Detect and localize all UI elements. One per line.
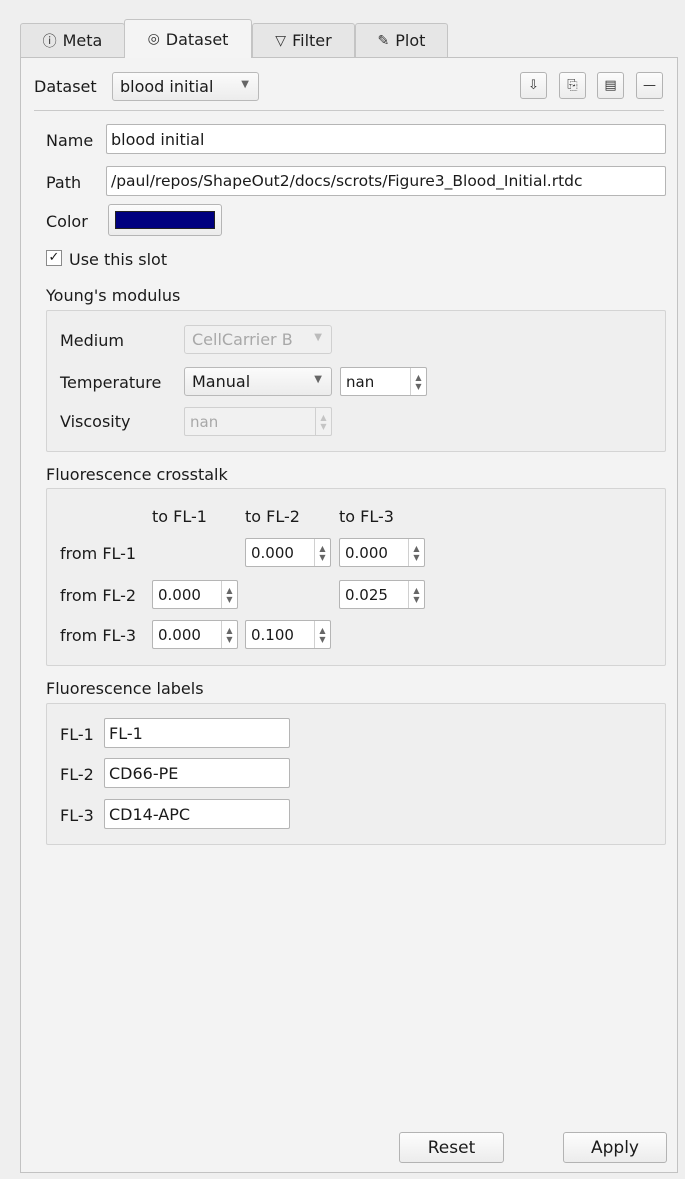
divider xyxy=(34,110,664,111)
arrow-up-icon: ▲ xyxy=(413,585,420,595)
color-button[interactable] xyxy=(108,204,222,236)
spin-arrows[interactable]: ▲ ▼ xyxy=(315,408,331,435)
arrow-down-icon: ▼ xyxy=(320,421,327,431)
spin-arrows[interactable]: ▲ ▼ xyxy=(410,368,426,395)
crosstalk-title: Fluorescence crosstalk xyxy=(46,465,228,484)
spin-arrows[interactable]: ▲ ▼ xyxy=(221,621,237,648)
spinbox-value: 0.000 xyxy=(345,543,388,562)
crosstalk-col-header: to FL-1 xyxy=(152,507,207,526)
arrow-up-icon: ▲ xyxy=(413,543,420,553)
duplicate-icon: ⎘ xyxy=(567,78,578,93)
temperature-mode-select[interactable]: Manual ▼ xyxy=(184,367,332,396)
spinbox-value: 0.100 xyxy=(251,625,294,644)
arrow-up-icon: ▲ xyxy=(319,543,326,553)
use-slot-label: Use this slot xyxy=(69,250,168,269)
crosstalk-fl3-fl1-spinbox[interactable]: 0.000 ▲ ▼ xyxy=(152,620,238,649)
crosstalk-fl1-fl2-spinbox[interactable]: 0.000 ▲ ▼ xyxy=(245,538,331,567)
arrow-up-icon: ▲ xyxy=(415,372,422,382)
dataset-select-value: blood initial xyxy=(120,77,214,96)
temperature-value: nan xyxy=(346,372,375,391)
color-label: Color xyxy=(46,212,88,231)
name-label: Name xyxy=(46,131,94,150)
viscosity-label: Viscosity xyxy=(60,412,131,431)
viscosity-value: nan xyxy=(190,412,219,431)
path-label: Path xyxy=(46,173,82,192)
remove-button[interactable]: — xyxy=(636,72,663,99)
duplicate-button[interactable]: ⎘ xyxy=(559,72,586,99)
apply-button-label: Apply xyxy=(591,1137,639,1158)
sort-button[interactable]: ⇩ xyxy=(520,72,547,99)
arrow-down-icon: ▼ xyxy=(226,634,233,644)
clipboard-button[interactable]: ▤ xyxy=(597,72,624,99)
path-field-value: /paul/repos/ShapeOut2/docs/scrots/Figure… xyxy=(111,172,583,190)
crosstalk-row-label: from FL-3 xyxy=(60,626,137,645)
crosstalk-fl2-fl1-spinbox[interactable]: 0.000 ▲ ▼ xyxy=(152,580,238,609)
fl-label-value: CD66-PE xyxy=(109,763,179,783)
temperature-label: Temperature xyxy=(60,373,162,392)
arrow-down-icon: ▼ xyxy=(413,594,420,604)
arrow-down-icon: ▼ xyxy=(413,552,420,562)
arrow-up-icon: ▲ xyxy=(319,625,326,635)
spin-arrows[interactable]: ▲ ▼ xyxy=(221,581,237,608)
color-swatch xyxy=(115,211,215,229)
spinbox-value: 0.000 xyxy=(158,585,201,604)
crosstalk-row-label: from FL-2 xyxy=(60,586,137,605)
check-icon: ✓ xyxy=(48,250,60,265)
arrow-up-icon: ▲ xyxy=(320,412,327,422)
chevron-down-icon: ▼ xyxy=(314,332,322,343)
fl1-label-field[interactable]: FL-1 xyxy=(104,718,290,748)
fl-label-key: FL-3 xyxy=(60,806,94,825)
fl3-label-field[interactable]: CD14-APC xyxy=(104,799,290,829)
medium-select-value: CellCarrier B xyxy=(192,330,293,349)
arrow-down-icon: ▼ xyxy=(415,381,422,391)
apply-button[interactable]: Apply xyxy=(563,1132,667,1163)
fluorescence-labels-title: Fluorescence labels xyxy=(46,679,204,698)
crosstalk-col-header: to FL-3 xyxy=(339,507,394,526)
crosstalk-fl2-fl3-spinbox[interactable]: 0.025 ▲ ▼ xyxy=(339,580,425,609)
fl-label-value: FL-1 xyxy=(109,723,143,743)
youngs-modulus-title: Young's modulus xyxy=(46,286,181,305)
fl-label-key: FL-1 xyxy=(60,725,94,744)
crosstalk-col-header: to FL-2 xyxy=(245,507,300,526)
arrow-down-icon: ▼ xyxy=(226,594,233,604)
spinbox-value: 0.000 xyxy=(251,543,294,562)
arrow-up-icon: ▲ xyxy=(226,585,233,595)
medium-select[interactable]: CellCarrier B ▼ xyxy=(184,325,332,354)
spinbox-value: 0.000 xyxy=(158,625,201,644)
name-field-value: blood initial xyxy=(111,129,205,149)
crosstalk-fl3-fl2-spinbox[interactable]: 0.100 ▲ ▼ xyxy=(245,620,331,649)
reset-button[interactable]: Reset xyxy=(399,1132,504,1163)
chevron-down-icon: ▼ xyxy=(314,374,322,385)
temperature-mode-value: Manual xyxy=(192,372,251,391)
spinbox-value: 0.025 xyxy=(345,585,388,604)
use-slot-checkbox[interactable]: ✓ xyxy=(46,250,62,266)
spin-arrows[interactable]: ▲ ▼ xyxy=(408,539,424,566)
spin-arrows[interactable]: ▲ ▼ xyxy=(314,621,330,648)
spin-arrows[interactable]: ▲ ▼ xyxy=(314,539,330,566)
spin-arrows[interactable]: ▲ ▼ xyxy=(408,581,424,608)
dataset-select[interactable]: blood initial ▼ xyxy=(112,72,259,101)
clipboard-icon: ▤ xyxy=(604,78,617,93)
arrow-down-icon: ▼ xyxy=(319,552,326,562)
remove-icon: — xyxy=(643,78,656,93)
crosstalk-row-label: from FL-1 xyxy=(60,544,137,563)
sort-icon: ⇩ xyxy=(528,78,539,93)
path-field[interactable]: /paul/repos/ShapeOut2/docs/scrots/Figure… xyxy=(106,166,666,196)
fl-label-key: FL-2 xyxy=(60,765,94,784)
fl2-label-field[interactable]: CD66-PE xyxy=(104,758,290,788)
chevron-down-icon: ▼ xyxy=(241,79,249,90)
viscosity-spinbox[interactable]: nan ▲ ▼ xyxy=(184,407,332,436)
name-field[interactable]: blood initial xyxy=(106,124,666,154)
crosstalk-fl1-fl3-spinbox[interactable]: 0.000 ▲ ▼ xyxy=(339,538,425,567)
temperature-spinbox[interactable]: nan ▲ ▼ xyxy=(340,367,427,396)
dataset-label: Dataset xyxy=(34,77,97,96)
medium-label: Medium xyxy=(60,331,124,350)
fl-label-value: CD14-APC xyxy=(109,804,191,824)
reset-button-label: Reset xyxy=(427,1137,476,1158)
arrow-up-icon: ▲ xyxy=(226,625,233,635)
arrow-down-icon: ▼ xyxy=(319,634,326,644)
